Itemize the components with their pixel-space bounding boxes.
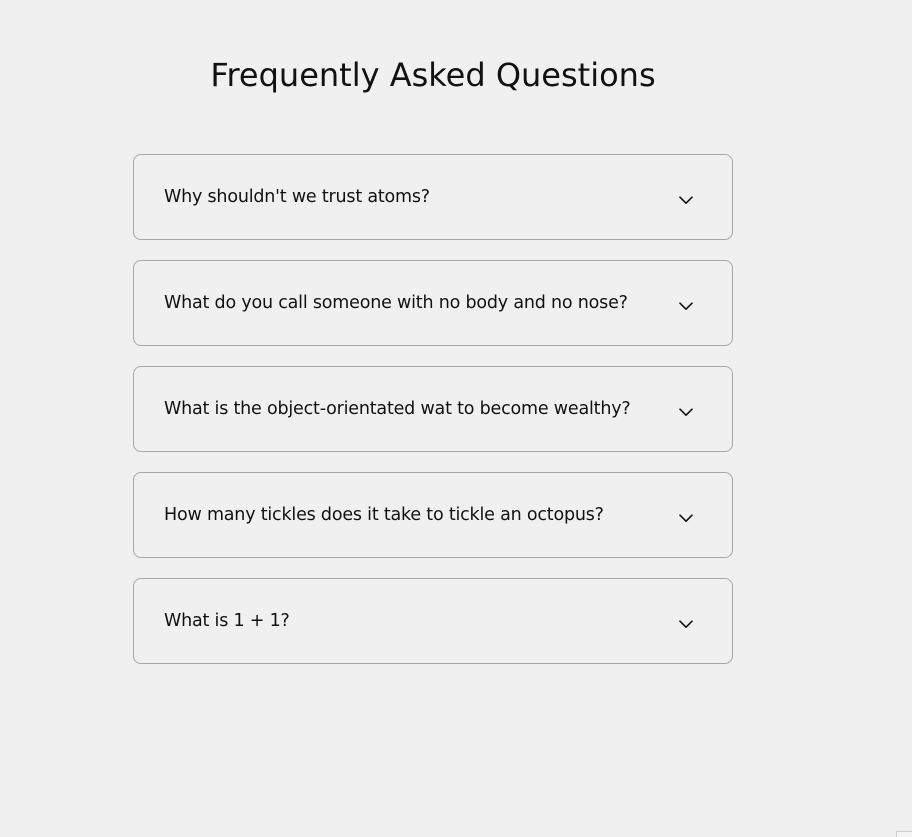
- faq-question: What is 1 + 1?: [164, 611, 290, 631]
- faq-item[interactable]: Why shouldn't we trust atoms?: [133, 154, 733, 240]
- faq-item[interactable]: How many tickles does it take to tickle …: [133, 472, 733, 558]
- chevron-down-icon[interactable]: [678, 192, 694, 208]
- chevron-down-icon[interactable]: [678, 404, 694, 420]
- faq-question: What is the object-orientated wat to bec…: [164, 399, 631, 419]
- faq-item[interactable]: What is the object-orientated wat to bec…: [133, 366, 733, 452]
- chevron-down-icon[interactable]: [678, 298, 694, 314]
- faq-page: Frequently Asked Questions Why shouldn't…: [0, 0, 912, 837]
- faq-list: Why shouldn't we trust atoms? What do yo…: [133, 154, 733, 684]
- page-title: Frequently Asked Questions: [210, 56, 656, 94]
- resize-corner: [896, 831, 912, 837]
- chevron-down-icon[interactable]: [678, 510, 694, 526]
- faq-question: How many tickles does it take to tickle …: [164, 505, 604, 525]
- faq-question: Why shouldn't we trust atoms?: [164, 187, 430, 207]
- faq-item[interactable]: What do you call someone with no body an…: [133, 260, 733, 346]
- faq-item[interactable]: What is 1 + 1?: [133, 578, 733, 664]
- faq-question: What do you call someone with no body an…: [164, 293, 628, 313]
- chevron-down-icon[interactable]: [678, 616, 694, 632]
